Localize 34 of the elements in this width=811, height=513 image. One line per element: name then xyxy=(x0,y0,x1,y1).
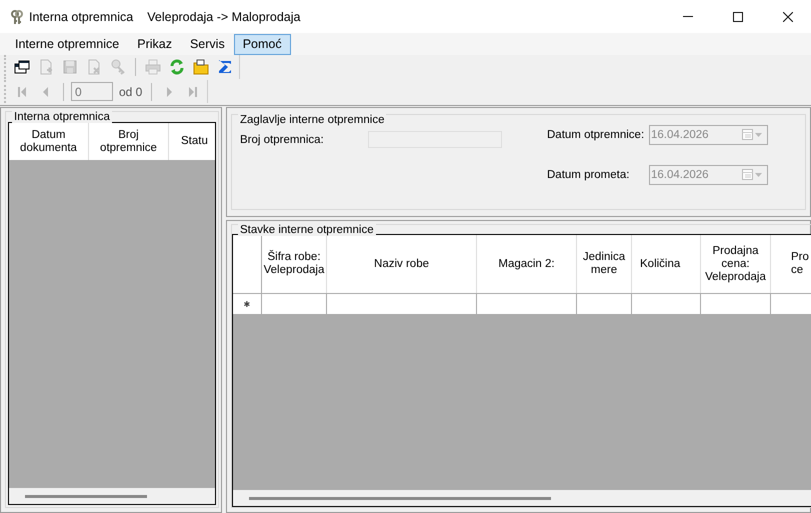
minimize-icon xyxy=(683,16,693,17)
sigma-icon xyxy=(217,59,233,75)
refresh-icon xyxy=(169,59,185,75)
group-title: Interna otpremnica xyxy=(12,111,112,123)
group-title: Stavke interne otpremnice xyxy=(238,224,376,236)
window-icon xyxy=(14,59,30,75)
folder-button[interactable] xyxy=(191,57,211,77)
menu-item[interactable]: Interne otpremnice xyxy=(6,34,128,54)
field-label: Broj otpremnica: xyxy=(240,134,324,146)
new-document-icon xyxy=(38,59,54,75)
close-icon xyxy=(783,12,793,22)
position-field[interactable]: 0 xyxy=(71,82,113,101)
maximize-icon xyxy=(733,12,743,22)
calendar-dropdown-icon xyxy=(741,167,763,183)
scrollbar-thumb[interactable] xyxy=(249,496,551,500)
calendar-dropdown-icon xyxy=(741,127,763,143)
key-icon xyxy=(110,59,126,75)
column-header[interactable]: Statu xyxy=(169,123,215,160)
field-label: Datum prometa: xyxy=(547,169,630,181)
printer-icon xyxy=(145,59,161,75)
group-title: Zaglavlje interne otpremnice xyxy=(238,114,386,126)
window-subtitle: Veleprodaja -> Maloprodaja xyxy=(147,10,300,24)
record-count: od 0 xyxy=(119,84,142,98)
menu-item[interactable]: Servis xyxy=(180,34,234,54)
keys-icon xyxy=(9,8,25,24)
folder-icon xyxy=(193,59,209,75)
save-icon xyxy=(62,59,78,75)
delete-document-icon xyxy=(86,59,102,75)
column-header[interactable]: Pro ce xyxy=(771,235,811,293)
menu-item[interactable]: Pomoć xyxy=(234,34,291,54)
scrollbar-thumb[interactable] xyxy=(25,494,147,498)
field-label: Datum otpremnice: xyxy=(547,129,646,141)
window-title: Interna otpremnica xyxy=(29,10,134,24)
menu-item[interactable]: Prikaz xyxy=(128,34,181,54)
